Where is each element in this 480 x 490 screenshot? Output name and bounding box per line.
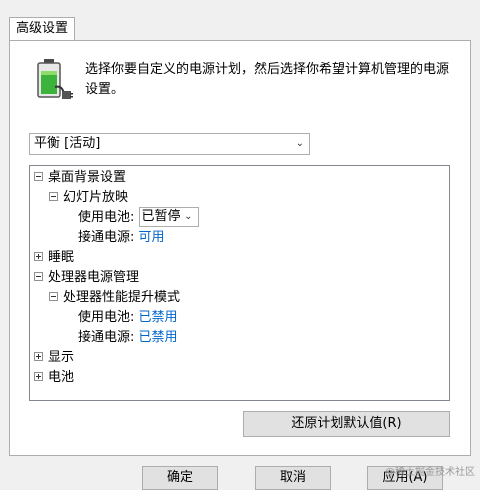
description-text: 选择你要自定义的电源计划，然后选择你希望计算机管理的电源设置。 — [85, 62, 450, 97]
tab-advanced-settings[interactable]: 高级设置 — [9, 17, 75, 41]
expand-icon[interactable] — [34, 352, 43, 361]
expand-icon[interactable] — [34, 372, 43, 381]
tree-item-boost-battery[interactable]: 使用电池: 已禁用 — [78, 308, 178, 328]
tree-item-slideshow-plugged[interactable]: 接通电源: 可用 — [78, 228, 165, 248]
cancel-button[interactable]: 取消 — [255, 466, 331, 490]
expand-icon[interactable] — [34, 252, 43, 261]
settings-tree[interactable]: 桌面背景设置 幻灯片放映 使用电池: 已暂停 ⌄ 接通电源: 可用 睡眠 处理器… — [29, 165, 450, 401]
watermark: @稀土掘金技术社区 — [385, 467, 475, 478]
collapse-icon[interactable] — [34, 272, 43, 281]
collapse-icon[interactable] — [49, 292, 58, 301]
battery-plug-icon — [37, 59, 73, 99]
slideshow-battery-select[interactable]: 已暂停 ⌄ — [138, 206, 199, 227]
power-plan-select[interactable]: 平衡 [活动] ⌄ — [29, 133, 310, 155]
tree-item-slideshow-battery: 使用电池: 已暂停 ⌄ — [78, 206, 199, 228]
tree-item-sleep[interactable]: 睡眠 — [34, 248, 74, 268]
tree-item-slideshow[interactable]: 幻灯片放映 — [49, 188, 128, 208]
power-plan-select-value: 平衡 [活动] — [34, 136, 101, 151]
tree-item-battery[interactable]: 电池 — [34, 368, 74, 388]
collapse-icon[interactable] — [49, 192, 58, 201]
tab-strip: 高级设置 — [0, 0, 480, 41]
tree-item-desktop-background[interactable]: 桌面背景设置 — [34, 168, 126, 188]
restore-defaults-button[interactable]: 还原计划默认值(R) — [243, 411, 450, 437]
ok-button[interactable]: 确定 — [142, 466, 218, 490]
tree-item-display[interactable]: 显示 — [34, 348, 74, 368]
tree-item-boost-mode[interactable]: 处理器性能提升模式 — [49, 288, 180, 308]
tree-item-processor-power[interactable]: 处理器电源管理 — [34, 268, 139, 288]
tree-item-boost-plugged[interactable]: 接通电源: 已禁用 — [78, 328, 178, 348]
chevron-down-icon: ⌄ — [295, 138, 304, 149]
chevron-down-icon: ⌄ — [184, 210, 193, 222]
collapse-icon[interactable] — [34, 172, 43, 181]
